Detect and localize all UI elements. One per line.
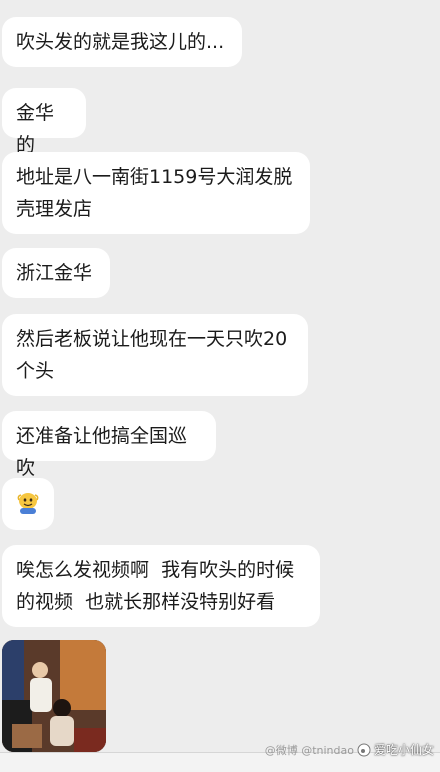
message-bubble[interactable]: 地址是八一南街1159号大润发脱 壳理发店 [2, 152, 310, 234]
smiling-face-emoji-icon [17, 493, 39, 514]
message-bubble[interactable]: 浙江金华 [2, 248, 110, 298]
video-thumbnail-image [2, 640, 106, 752]
message-bubble[interactable]: 金华的 [2, 88, 86, 156]
watermark-handle: @微博 @tnindao [264, 743, 354, 757]
weibo-icon [357, 743, 371, 756]
message-bubble[interactable]: 还准备让他搞全国巡吹 [2, 411, 216, 479]
message-bubble[interactable]: 然后老板说让他现在一天只吹20 个头 [2, 314, 308, 396]
emoji-message-bubble[interactable] [2, 478, 54, 530]
message-bubble[interactable]: 吹头发的就是我这儿的... [2, 17, 242, 67]
video-thumbnail[interactable] [2, 640, 106, 752]
message-bubble[interactable]: 唉怎么发视频啊 我有吹头的时候 的视频 也就长那样没特别好看 [2, 545, 320, 627]
chat-message-list: 吹头发的就是我这儿的... 金华的 地址是八一南街1159号大润发脱 壳理发店 … [0, 0, 440, 771]
watermark: @微博 @tnindao 爱吃小仙女 [265, 741, 434, 758]
watermark-brand: 爱吃小仙女 [373, 743, 434, 757]
